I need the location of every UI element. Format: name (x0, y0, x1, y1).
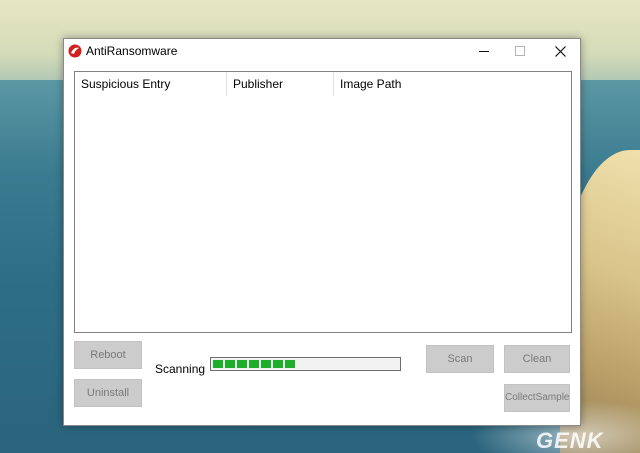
list-header: Suspicious Entry Publisher Image Path (75, 72, 571, 96)
progress-segment (285, 360, 295, 368)
minimize-button[interactable] (464, 39, 504, 63)
app-logo-icon (68, 44, 82, 58)
progress-segment (261, 360, 271, 368)
close-button[interactable] (540, 39, 580, 63)
progress-segment (237, 360, 247, 368)
reboot-button[interactable]: Reboot (74, 341, 142, 369)
column-header-publisher[interactable]: Publisher (227, 72, 334, 96)
column-header-suspicious-entry[interactable]: Suspicious Entry (75, 72, 227, 96)
antiransomware-window: AntiRansomware Suspicious Entry Publishe… (63, 38, 581, 426)
progress-segment (225, 360, 235, 368)
window-title: AntiRansomware (86, 44, 178, 58)
column-header-image-path[interactable]: Image Path (334, 72, 454, 96)
genk-watermark: GENK (536, 428, 604, 453)
maximize-button[interactable] (500, 39, 540, 63)
title-bar[interactable]: AntiRansomware (64, 39, 580, 63)
scan-progress-bar (210, 357, 401, 371)
clean-button[interactable]: Clean (504, 345, 570, 373)
progress-segment (273, 360, 283, 368)
progress-segment (249, 360, 259, 368)
progress-fill (213, 360, 398, 368)
scanning-status-label: Scanning (155, 362, 206, 376)
progress-segment (213, 360, 223, 368)
close-icon (554, 45, 566, 57)
minimize-icon (479, 51, 489, 52)
scan-button[interactable]: Scan (426, 345, 494, 373)
maximize-icon (515, 46, 525, 56)
suspicious-entries-list[interactable]: Suspicious Entry Publisher Image Path (74, 71, 572, 333)
uninstall-button[interactable]: Uninstall (74, 379, 142, 407)
collect-sample-button[interactable]: CollectSample (504, 384, 570, 412)
